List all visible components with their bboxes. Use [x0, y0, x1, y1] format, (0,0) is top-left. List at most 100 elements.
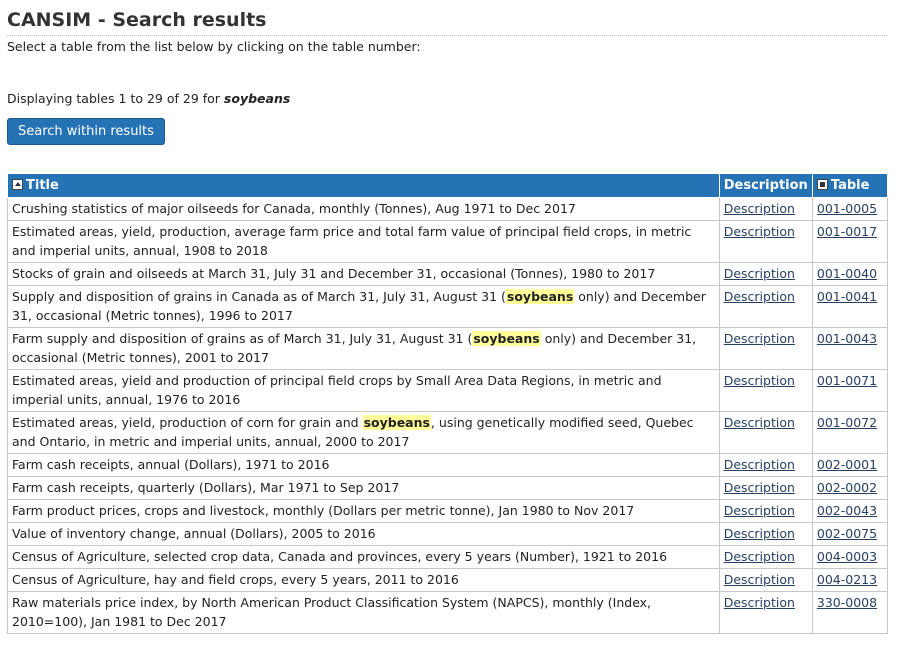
cell-table-number: 330-0008	[811, 591, 889, 634]
cell-title: Farm cash receipts, quarterly (Dollars),…	[7, 476, 720, 500]
description-link[interactable]: Description	[724, 415, 795, 430]
table-number-link[interactable]: 001-0043	[817, 331, 877, 346]
description-link[interactable]: Description	[724, 224, 795, 239]
search-term: soybeans	[223, 91, 291, 106]
cell-description: Description	[718, 220, 813, 263]
cell-title: Stocks of grain and oilseeds at March 31…	[7, 262, 720, 286]
table-number-link[interactable]: 002-0075	[817, 526, 877, 541]
cell-table-number: 004-0213	[811, 568, 889, 592]
title-text: Farm cash receipts, quarterly (Dollars),…	[12, 480, 400, 495]
table-row: Estimated areas, yield, production of co…	[7, 411, 889, 454]
table-row: Supply and disposition of grains in Cana…	[7, 285, 889, 328]
page: CANSIM - Search results Select a table f…	[0, 0, 897, 634]
table-row: Farm cash receipts, quarterly (Dollars),…	[7, 476, 889, 500]
table-row: Census of Agriculture, hay and field cro…	[7, 568, 889, 592]
description-link[interactable]: Description	[724, 549, 795, 564]
sort-icon[interactable]	[816, 179, 828, 190]
header-title-label: Title	[26, 178, 59, 193]
cell-table-number: 002-0002	[811, 476, 889, 500]
cell-description: Description	[718, 522, 813, 546]
results-table: Title Description Table Crushing statist…	[7, 173, 889, 634]
cell-title: Census of Agriculture, selected crop dat…	[7, 545, 720, 569]
cell-table-number: 001-0071	[811, 369, 889, 412]
cell-table-number: 004-0003	[811, 545, 889, 569]
title-text: Estimated areas, yield, production, aver…	[12, 224, 692, 258]
title-text: Estimated areas, yield, production of co…	[12, 415, 363, 430]
title-text: Farm cash receipts, annual (Dollars), 19…	[12, 457, 330, 472]
table-row: Crushing statistics of major oilseeds fo…	[7, 197, 889, 221]
table-row: Estimated areas, yield and production of…	[7, 369, 889, 412]
table-number-link[interactable]: 002-0002	[817, 480, 877, 495]
table-number-link[interactable]: 330-0008	[817, 595, 877, 610]
search-highlight: soybeans	[362, 415, 431, 430]
cell-title: Supply and disposition of grains in Cana…	[7, 285, 720, 328]
title-text: Crushing statistics of major oilseeds fo…	[12, 201, 576, 216]
cell-description: Description	[718, 476, 813, 500]
cell-table-number: 001-0072	[811, 411, 889, 454]
cell-description: Description	[718, 262, 813, 286]
table-number-link[interactable]: 001-0017	[817, 224, 877, 239]
cell-description: Description	[718, 285, 813, 328]
sort-icon[interactable]	[12, 179, 23, 190]
cell-description: Description	[718, 369, 813, 412]
search-highlight: soybeans	[472, 331, 541, 346]
title-text: Farm supply and disposition of grains as…	[12, 331, 473, 346]
search-within-results-button[interactable]: Search within results	[7, 118, 165, 145]
table-number-link[interactable]: 004-0213	[817, 572, 877, 587]
table-number-link[interactable]: 001-0041	[817, 289, 877, 304]
cell-description: Description	[718, 591, 813, 634]
cell-table-number: 001-0017	[811, 220, 889, 263]
table-number-link[interactable]: 002-0043	[817, 503, 877, 518]
description-link[interactable]: Description	[724, 201, 795, 216]
cell-title: Estimated areas, yield, production, aver…	[7, 220, 720, 263]
cell-title: Crushing statistics of major oilseeds fo…	[7, 197, 720, 221]
cell-title: Value of inventory change, annual (Dolla…	[7, 522, 720, 546]
cell-description: Description	[718, 197, 813, 221]
cell-description: Description	[718, 545, 813, 569]
cell-description: Description	[718, 499, 813, 523]
table-row: Raw materials price index, by North Amer…	[7, 591, 889, 634]
table-number-link[interactable]: 001-0040	[817, 266, 877, 281]
title-text: Stocks of grain and oilseeds at March 31…	[12, 266, 656, 281]
description-link[interactable]: Description	[724, 331, 795, 346]
cell-title: Farm cash receipts, annual (Dollars), 19…	[7, 453, 720, 477]
header-table[interactable]: Table	[811, 173, 889, 198]
description-link[interactable]: Description	[724, 457, 795, 472]
table-number-link[interactable]: 001-0005	[817, 201, 877, 216]
description-link[interactable]: Description	[724, 595, 795, 610]
instruction-text: Select a table from the list below by cl…	[7, 39, 421, 54]
search-highlight: soybeans	[505, 289, 575, 304]
title-text: Value of inventory change, annual (Dolla…	[12, 526, 376, 541]
results-summary: Displaying tables 1 to 29 of 29 for soyb…	[7, 91, 897, 107]
header-description: Description	[718, 173, 813, 198]
description-link[interactable]: Description	[724, 526, 795, 541]
description-link[interactable]: Description	[724, 572, 795, 587]
cell-table-number: 001-0043	[811, 327, 889, 370]
title-text: Census of Agriculture, selected crop dat…	[12, 549, 668, 564]
cell-title: Farm product prices, crops and livestock…	[7, 499, 720, 523]
table-number-link[interactable]: 004-0003	[817, 549, 877, 564]
table-header-row: Title Description Table	[7, 173, 889, 198]
header-title[interactable]: Title	[7, 173, 720, 198]
table-number-link[interactable]: 001-0071	[817, 373, 877, 388]
cell-title: Census of Agriculture, hay and field cro…	[7, 568, 720, 592]
description-link[interactable]: Description	[724, 289, 795, 304]
table-number-link[interactable]: 001-0072	[817, 415, 877, 430]
description-link[interactable]: Description	[724, 503, 795, 518]
table-row: Farm supply and disposition of grains as…	[7, 327, 889, 370]
table-number-link[interactable]: 002-0001	[817, 457, 877, 472]
results-summary-prefix: Displaying tables 1 to 29 of 29 for	[7, 91, 224, 106]
cell-table-number: 002-0001	[811, 453, 889, 477]
cell-title: Estimated areas, yield, production of co…	[7, 411, 720, 454]
cell-table-number: 001-0041	[811, 285, 889, 328]
description-link[interactable]: Description	[724, 480, 795, 495]
description-link[interactable]: Description	[724, 373, 795, 388]
page-title: CANSIM - Search results	[7, 0, 887, 36]
cell-title: Farm supply and disposition of grains as…	[7, 327, 720, 370]
description-link[interactable]: Description	[724, 266, 795, 281]
table-row: Farm cash receipts, annual (Dollars), 19…	[7, 453, 889, 477]
table-row: Estimated areas, yield, production, aver…	[7, 220, 889, 263]
table-row: Stocks of grain and oilseeds at March 31…	[7, 262, 889, 286]
table-row: Value of inventory change, annual (Dolla…	[7, 522, 889, 546]
title-text: Census of Agriculture, hay and field cro…	[12, 572, 459, 587]
